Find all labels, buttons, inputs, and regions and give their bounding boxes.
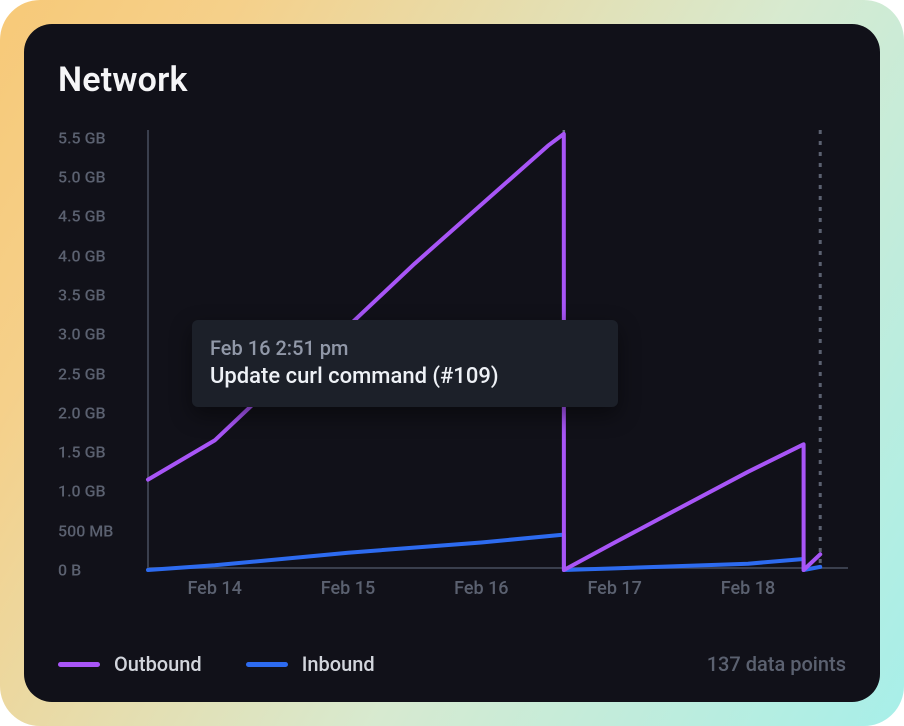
gradient-frame: Network 5.5 GB 5.0 GB 4.5 GB 4.0 GB 3.5 GB 3.… [0, 0, 904, 726]
y-tick-label: 2.5 GB [58, 364, 138, 383]
y-tick-label: 5.0 GB [58, 168, 138, 187]
event-tooltip: Feb 16 2:51 pm Update curl command (#109… [192, 320, 618, 407]
legend-row: Outbound Inbound 137 data points [58, 652, 846, 676]
x-tick-label: Feb 14 [187, 578, 241, 599]
y-tick-label: 5.5 GB [58, 128, 138, 147]
tooltip-time: Feb 16 2:51 pm [210, 336, 600, 360]
inbound-swatch [246, 662, 288, 667]
y-axis: 5.5 GB 5.0 GB 4.5 GB 4.0 GB 3.5 GB 3.0 GB 2.5 … [58, 130, 138, 570]
network-card: Network 5.5 GB 5.0 GB 4.5 GB 4.0 GB 3.5 GB 3.… [24, 24, 880, 702]
x-tick-label: Feb 15 [321, 578, 375, 599]
series-inbound [148, 535, 820, 570]
legend-outbound[interactable]: Outbound [58, 652, 202, 676]
legend-outbound-label: Outbound [114, 652, 202, 676]
y-tick-label: 2.0 GB [58, 403, 138, 422]
y-tick-label: 0 B [58, 561, 138, 580]
y-tick-label: 4.0 GB [58, 246, 138, 265]
y-tick-label: 1.5 GB [58, 443, 138, 462]
legend-inbound-label: Inbound [302, 652, 375, 676]
y-tick-label: 500 MB [58, 521, 138, 540]
outbound-swatch [58, 662, 100, 667]
x-tick-label: Feb 16 [454, 578, 508, 599]
y-tick-label: 3.0 GB [58, 325, 138, 344]
x-tick-label: Feb 17 [587, 578, 641, 599]
x-tick-label: Feb 18 [721, 578, 775, 599]
y-tick-label: 3.5 GB [58, 286, 138, 305]
y-tick-label: 4.5 GB [58, 207, 138, 226]
y-tick-label: 1.0 GB [58, 482, 138, 501]
data-points-count: 137 data points [707, 652, 846, 676]
card-title: Network [58, 60, 850, 100]
x-axis: Feb 14 Feb 15 Feb 16 Feb 17 Feb 18 [148, 578, 848, 608]
legend-inbound[interactable]: Inbound [246, 652, 375, 676]
tooltip-title: Update curl command (#109) [210, 364, 600, 389]
